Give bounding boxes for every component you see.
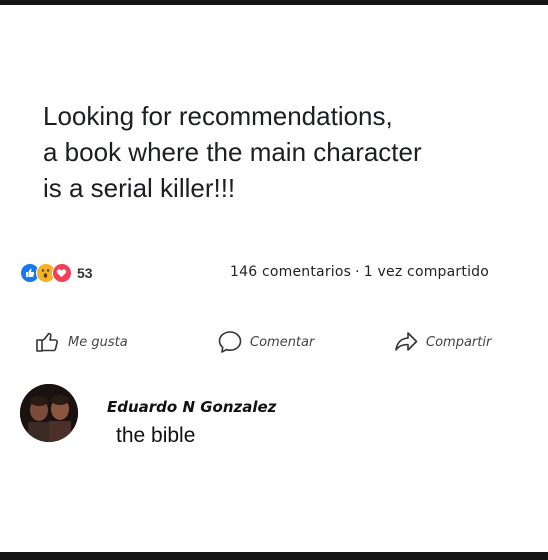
reactions-summary: 53 146 comentarios · 1 vez compartido — [20, 262, 532, 286]
share-button[interactable]: Compartir — [392, 328, 491, 356]
comment: Eduardo N Gonzalez the bible — [20, 384, 530, 448]
shares-count[interactable]: 1 vez compartido — [364, 264, 489, 280]
post-text-line: is a serial killer!!! — [43, 173, 236, 203]
share-arrow-icon — [392, 328, 420, 356]
comments-count[interactable]: 146 comentarios — [230, 264, 351, 280]
comments-shares-summary: 146 comentarios · 1 vez compartido — [230, 264, 489, 280]
top-border — [0, 0, 548, 5]
avatar[interactable] — [20, 384, 78, 442]
reaction-count[interactable]: 53 — [77, 265, 93, 281]
post-actions: Me gusta Comentar Compartir — [20, 328, 532, 356]
like-label: Me gusta — [68, 334, 128, 350]
love-reaction-icon — [52, 263, 72, 283]
post-text: Looking for recommendations, a book wher… — [43, 98, 523, 206]
separator: · — [355, 264, 360, 280]
comment-text: the bible — [116, 424, 196, 447]
comment-button[interactable]: Comentar — [216, 328, 314, 356]
comment-icon — [216, 328, 244, 356]
like-button[interactable]: Me gusta — [34, 328, 128, 356]
comment-label: Comentar — [250, 334, 315, 350]
share-label: Compartir — [426, 334, 492, 350]
bottom-border — [0, 552, 548, 560]
post-text-line: Looking for recommendations, — [43, 101, 393, 131]
post-text-line: a book where the main character — [43, 137, 422, 167]
thumbs-up-icon — [34, 328, 62, 356]
comment-author[interactable]: Eduardo N Gonzalez — [107, 398, 276, 416]
